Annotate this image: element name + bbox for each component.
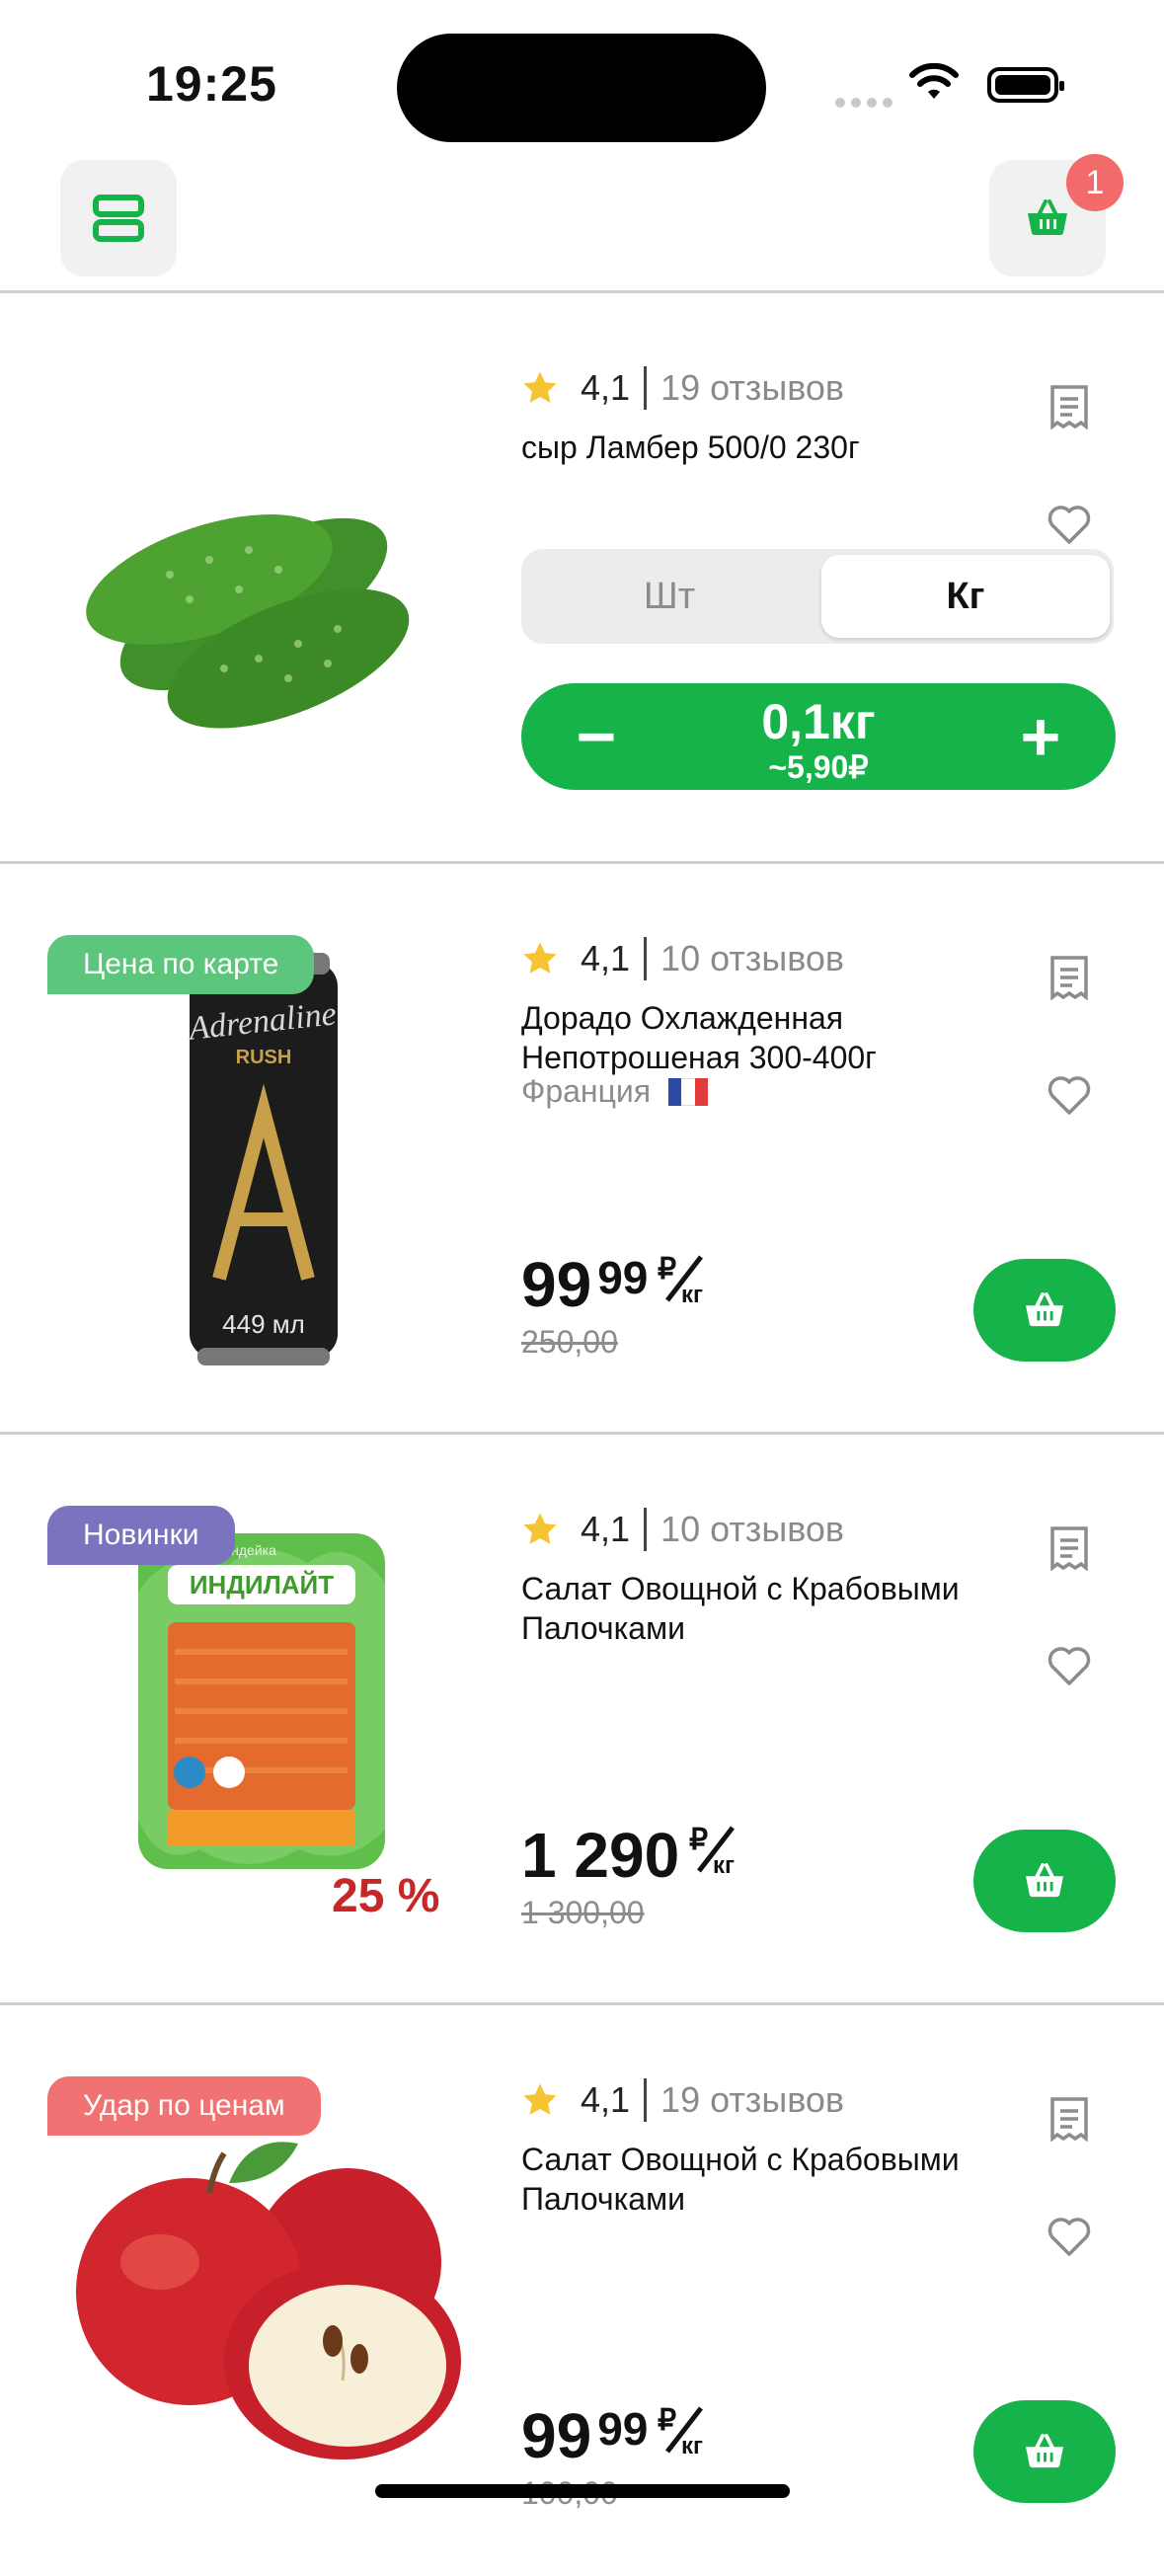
cart-count-badge: 1 xyxy=(1066,154,1124,211)
france-flag-icon xyxy=(668,1077,709,1106)
basket-icon xyxy=(1026,1292,1063,1327)
cucumber-image xyxy=(86,514,410,729)
price-rubles: 99 xyxy=(521,1249,592,1320)
star-icon xyxy=(523,371,557,403)
quantity-stepper: − 0,1кг ~5,90₽ + xyxy=(521,683,1116,790)
discount-label: 25 % xyxy=(332,1870,440,1922)
price: 1 290 ₽ кг xyxy=(521,1824,742,1887)
rating-row: 4,1 19 отзывов xyxy=(521,366,844,410)
price-tag-label: Цена по карте xyxy=(47,935,315,994)
rating-row: 4,1 19 отзывов xyxy=(521,2078,844,2122)
rating-row: 4,1 10 отзывов xyxy=(521,937,844,980)
receipt-icon[interactable] xyxy=(1047,955,1092,1000)
origin-country: Франция xyxy=(521,1073,652,1109)
product-card[interactable]: ИНДИЛАЙТ Индейка Новинки 25 % 4,1 10 отз… xyxy=(0,1435,1164,2005)
battery-icon xyxy=(987,67,1064,103)
reviews-link[interactable]: 19 отзывов xyxy=(660,367,844,409)
reviews-link[interactable]: 10 отзывов xyxy=(660,1509,844,1550)
svg-text:кг: кг xyxy=(681,2433,703,2458)
rating-value: 4,1 xyxy=(581,2079,631,2120)
rating-value: 4,1 xyxy=(581,1509,631,1549)
can-volume-text: 449 мл xyxy=(222,1309,305,1339)
rating-value: 4,1 xyxy=(581,367,631,408)
rub-per-kg-mark: ₽ кг xyxy=(658,2404,703,2458)
star-icon xyxy=(523,942,557,974)
product-card[interactable]: Adrenaline RUSH 449 мл Цена по карте 4,1… xyxy=(0,864,1164,1435)
dynamic-island xyxy=(397,34,766,142)
heart-icon[interactable] xyxy=(1047,1073,1092,1119)
unit-option-pieces[interactable]: Шт xyxy=(525,555,814,638)
rub-per-kg-mark: ₽ кг xyxy=(658,1253,703,1306)
price-kopecks: 99 xyxy=(597,2403,649,2455)
add-to-cart-button[interactable] xyxy=(973,1259,1116,1362)
rating-row: 4,1 10 отзывов xyxy=(521,1508,844,1551)
product-name: Салат Овощной с Крабовыми Палочками xyxy=(521,2142,960,2217)
svg-text:₽: ₽ xyxy=(689,1824,708,1856)
increase-button[interactable]: + xyxy=(1009,702,1072,771)
home-indicator[interactable] xyxy=(375,2484,790,2498)
price-rubles: 99 xyxy=(521,2400,592,2471)
unit-option-kg[interactable]: Кг xyxy=(821,555,1110,638)
can-sub-text: RUSH xyxy=(236,1047,292,1068)
status-bar: 19:25 xyxy=(0,0,1164,148)
product-card[interactable]: 4,1 19 отзывов сыр Ламбер 500/0 230г Шт … xyxy=(0,293,1164,864)
svg-text:₽: ₽ xyxy=(658,1253,676,1286)
rub-per-kg-mark: ₽ кг xyxy=(689,1824,735,1877)
product-name: Салат Овощной с Крабовыми Палочками xyxy=(521,1571,960,1646)
reviews-link[interactable]: 19 отзывов xyxy=(660,2079,844,2121)
energy-drink-can-image: Adrenaline RUSH 449 мл xyxy=(185,953,338,1366)
heart-icon[interactable] xyxy=(1047,503,1092,548)
old-price: 250,00 xyxy=(521,1324,618,1360)
heart-icon[interactable] xyxy=(1047,2215,1092,2260)
add-to-cart-button[interactable] xyxy=(973,1830,1116,1932)
receipt-icon[interactable] xyxy=(1047,384,1092,429)
price-kopecks: 99 xyxy=(597,1252,649,1303)
new-tag-label: Новинки xyxy=(47,1506,235,1565)
list-view-icon xyxy=(93,195,144,242)
old-price: 1 300,00 xyxy=(521,1895,645,1930)
status-time: 19:25 xyxy=(146,56,277,112)
price-rubles: 1 290 xyxy=(521,1820,680,1891)
star-icon xyxy=(523,1513,557,1544)
price: 99 99 ₽ кг xyxy=(521,1253,711,1316)
svg-text:кг: кг xyxy=(713,1852,735,1877)
wifi-icon xyxy=(909,63,959,99)
apple-image xyxy=(76,2142,461,2459)
basket-icon xyxy=(1026,1863,1063,1898)
unit-toggle: Шт Кг xyxy=(521,549,1114,644)
product-name: сыр Ламбер 500/0 230г xyxy=(521,429,860,465)
promo-tag-label: Удар по ценам xyxy=(47,2076,321,2136)
star-icon xyxy=(523,2083,557,2115)
rating-value: 4,1 xyxy=(581,938,631,978)
menu-button[interactable] xyxy=(60,160,177,276)
basket-icon xyxy=(1026,2434,1063,2468)
top-bar: 1 xyxy=(0,148,1164,293)
svg-text:₽: ₽ xyxy=(658,2404,676,2437)
basket-icon xyxy=(1028,199,1067,235)
cart-button[interactable]: 1 xyxy=(989,154,1124,276)
cellular-signal-icon xyxy=(835,95,898,113)
add-to-cart-button[interactable] xyxy=(973,2400,1116,2503)
price: 99 99 ₽ кг xyxy=(521,2404,711,2467)
pack-brand-text: ИНДИЛАЙТ xyxy=(190,1570,334,1600)
product-origin: Франция xyxy=(521,1073,709,1110)
heart-icon[interactable] xyxy=(1047,1644,1092,1689)
reviews-link[interactable]: 10 отзывов xyxy=(660,938,844,979)
receipt-icon[interactable] xyxy=(1047,1525,1092,1571)
product-name: Дорадо Охлажденная Непотрошеная 300-400г xyxy=(521,1000,877,1075)
receipt-icon[interactable] xyxy=(1047,2096,1092,2142)
svg-text:кг: кг xyxy=(681,1282,703,1306)
